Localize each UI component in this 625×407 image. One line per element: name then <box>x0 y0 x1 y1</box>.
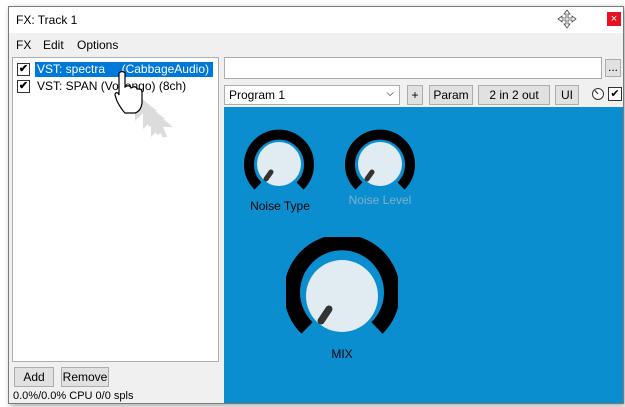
add-button[interactable]: Add <box>14 367 54 387</box>
window-title: FX: Track 1 <box>16 13 78 27</box>
noise-level-label: Noise Level <box>348 193 412 207</box>
fx-window: FX: Track 1 × FX Edit Options ✔ VST: spe… <box>8 6 624 404</box>
ui-button[interactable]: UI <box>555 85 579 105</box>
cpu-status: 0.0%/0.0% CPU 0/0 spls <box>13 390 134 402</box>
mix-knob[interactable] <box>286 237 398 349</box>
checkmark-icon[interactable]: ✔ <box>17 80 30 93</box>
menu-fx[interactable]: FX <box>16 38 31 52</box>
noise-type-knob[interactable] <box>242 125 316 199</box>
mix-label: MIX <box>331 347 353 361</box>
checkmark-icon[interactable]: ✔ <box>608 87 622 101</box>
preset-dropdown[interactable]: Program 1 ⌵ <box>224 85 400 105</box>
noise-type-label: Noise Type <box>250 199 310 213</box>
parameter-field[interactable] <box>224 57 602 79</box>
noise-level-knob[interactable] <box>343 125 417 199</box>
wet-knob-icon[interactable] <box>591 87 605 101</box>
remove-button[interactable]: Remove <box>61 367 109 387</box>
more-button[interactable]: ... <box>605 59 621 77</box>
hand-pointer-icon <box>114 70 173 137</box>
io-button[interactable]: 2 in 2 out <box>478 85 550 105</box>
chevron-down-icon: ⌵ <box>386 88 394 99</box>
menu-options[interactable]: Options <box>77 38 118 52</box>
param-button[interactable]: Param <box>429 85 473 105</box>
menu-bar: FX Edit Options <box>9 35 623 55</box>
menu-edit[interactable]: Edit <box>43 38 64 52</box>
add-preset-button[interactable]: + <box>407 85 423 105</box>
plugin-ui: Noise Type Noise Level MIX <box>224 107 623 403</box>
preset-value: Program 1 <box>229 88 286 102</box>
move-cursor-icon <box>557 9 577 29</box>
title-bar[interactable]: FX: Track 1 × <box>9 7 623 33</box>
close-button[interactable]: × <box>607 12 621 26</box>
checkmark-icon[interactable]: ✔ <box>17 63 30 76</box>
